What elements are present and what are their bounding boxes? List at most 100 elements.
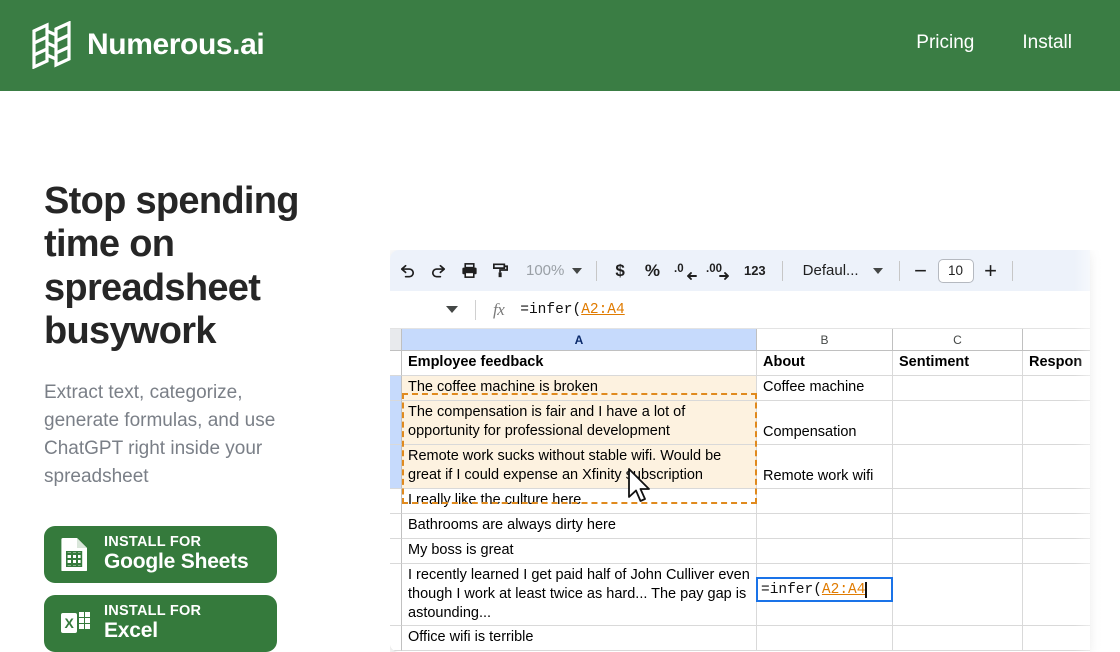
row-header-4[interactable]	[390, 445, 402, 489]
table-row: The compensation is fair and I have a lo…	[390, 401, 1090, 445]
decrease-font-size-button[interactable]: −	[908, 259, 934, 282]
formula-input[interactable]: =infer(A2:A4	[520, 302, 624, 318]
cell-b4[interactable]: Remote work wifi	[757, 445, 893, 489]
column-header-a[interactable]: A	[402, 329, 757, 351]
increase-decimal-icon[interactable]: .00	[702, 255, 736, 286]
column-header-d[interactable]	[1023, 329, 1090, 351]
currency-format-button[interactable]: $	[605, 261, 634, 281]
editor-prefix: =infer(	[761, 581, 822, 598]
row-header-1[interactable]	[390, 351, 402, 376]
install-excel-button[interactable]: X INSTALL FOR Excel	[44, 594, 277, 652]
cell-a1[interactable]: Employee feedback	[402, 351, 757, 376]
cell-d7[interactable]	[1023, 539, 1090, 564]
cell-c6[interactable]	[893, 514, 1023, 539]
table-row: Bathrooms are always dirty here	[390, 514, 1090, 539]
spreadsheet-toolbar: 100% $ % .0 .00 123 Defaul... − 10 +	[390, 250, 1090, 291]
cta-small-label-excel: INSTALL FOR	[104, 602, 202, 619]
nav-link-pricing[interactable]: Pricing	[916, 30, 974, 57]
microsoft-excel-icon: X	[61, 612, 90, 634]
paint-format-icon[interactable]	[485, 255, 516, 286]
font-size-input[interactable]: 10	[937, 258, 974, 283]
cta-list: INSTALL FOR Google Sheets X INSTALL FOR …	[44, 525, 364, 652]
select-all-corner[interactable]	[390, 329, 402, 351]
number-format-button[interactable]: 123	[736, 263, 774, 278]
formula-range-reference: A2:A4	[581, 301, 625, 318]
cell-b1[interactable]: About	[757, 351, 893, 376]
cell-c3[interactable]	[893, 401, 1023, 445]
cell-a2[interactable]: The coffee machine is broken	[402, 376, 757, 401]
chevron-down-icon-zoom	[572, 267, 583, 274]
cell-d1[interactable]: Respon	[1023, 351, 1090, 376]
chevron-down-icon-font	[872, 267, 883, 274]
cell-a8[interactable]: I recently learned I get paid half of Jo…	[402, 564, 757, 626]
row-header-3[interactable]	[390, 401, 402, 445]
cell-a4[interactable]: Remote work sucks without stable wifi. W…	[402, 445, 757, 489]
svg-text:.00: .00	[706, 263, 722, 275]
active-cell-editor-b5[interactable]: =infer(A2:A4	[756, 577, 893, 602]
row-header-6[interactable]	[390, 514, 402, 539]
brand-logo-link[interactable]: Numerous.ai	[30, 21, 265, 69]
row-header-9[interactable]	[390, 626, 402, 651]
spreadsheet-app: 100% $ % .0 .00 123 Defaul... − 10 + fx …	[390, 250, 1090, 652]
formula-bar-divider	[475, 299, 476, 320]
table-row: Employee feedback About Sentiment Respon	[390, 351, 1090, 376]
cell-d5[interactable]	[1023, 489, 1090, 514]
zoom-level-dropdown[interactable]: 100%	[516, 257, 588, 285]
table-row: The coffee machine is broken Coffee mach…	[390, 376, 1090, 401]
cell-d2[interactable]	[1023, 376, 1090, 401]
cell-c4[interactable]	[893, 445, 1023, 489]
increase-font-size-button[interactable]: +	[978, 259, 1004, 282]
cell-b7[interactable]	[757, 539, 893, 564]
row-header-5[interactable]	[390, 489, 402, 514]
cell-b5[interactable]	[757, 489, 893, 514]
table-row: My boss is great	[390, 539, 1090, 564]
row-header-8[interactable]	[390, 564, 402, 626]
cell-b9[interactable]	[757, 626, 893, 651]
cell-a5[interactable]: I really like the culture here	[402, 489, 757, 514]
numerous-parallelogram-logo-icon	[32, 21, 71, 69]
nav-link-install[interactable]: Install	[1022, 30, 1072, 57]
cell-b6[interactable]	[757, 514, 893, 539]
cell-b2[interactable]: Coffee machine	[757, 376, 893, 401]
cell-d4[interactable]	[1023, 445, 1090, 489]
undo-icon[interactable]	[392, 255, 423, 286]
cell-a7[interactable]: My boss is great	[402, 539, 757, 564]
cell-d3[interactable]	[1023, 401, 1090, 445]
print-icon[interactable]	[454, 255, 485, 286]
cell-d6[interactable]	[1023, 514, 1090, 539]
install-google-sheets-button[interactable]: INSTALL FOR Google Sheets	[44, 525, 277, 583]
row-header-2[interactable]	[390, 376, 402, 401]
svg-text:X: X	[65, 615, 75, 631]
percent-format-button[interactable]: %	[635, 261, 670, 281]
decrease-decimal-icon[interactable]: .0	[670, 255, 702, 286]
editor-range-reference: A2:A4	[821, 581, 866, 598]
cell-c7[interactable]	[893, 539, 1023, 564]
fx-icon: fx	[493, 299, 505, 319]
cell-a9[interactable]: Office wifi is terrible	[402, 626, 757, 651]
hero-section: Stop spending time on spreadsheet busywo…	[44, 180, 364, 652]
cell-c8[interactable]	[893, 564, 1023, 626]
column-header-c[interactable]: C	[893, 329, 1023, 351]
table-row: Office wifi is terrible	[390, 626, 1090, 651]
cell-c2[interactable]	[893, 376, 1023, 401]
cell-d8[interactable]	[1023, 564, 1090, 626]
redo-icon[interactable]	[423, 255, 454, 286]
cta-small-label-sheets: INSTALL FOR	[104, 533, 202, 550]
cell-b3[interactable]: Compensation	[757, 401, 893, 445]
cell-a3[interactable]: The compensation is fair and I have a lo…	[402, 401, 757, 445]
page-root: Numerous.ai Pricing Install Stop spendin…	[0, 0, 1120, 652]
cell-c5[interactable]	[893, 489, 1023, 514]
toolbar-divider-1	[596, 260, 598, 281]
font-family-dropdown[interactable]: Defaul...	[791, 262, 891, 279]
chevron-down-icon-namebox[interactable]	[446, 306, 458, 313]
cell-d9[interactable]	[1023, 626, 1090, 651]
table-row: Remote work sucks without stable wifi. W…	[390, 445, 1090, 489]
row-header-7[interactable]	[390, 539, 402, 564]
svg-text:.0: .0	[674, 263, 684, 275]
column-header-b[interactable]: B	[757, 329, 893, 351]
cell-c1[interactable]: Sentiment	[893, 351, 1023, 376]
cell-a6[interactable]: Bathrooms are always dirty here	[402, 514, 757, 539]
text-caret	[865, 581, 867, 598]
install-google-sheets-label: INSTALL FOR Google Sheets	[104, 533, 249, 574]
cell-c9[interactable]	[893, 626, 1023, 651]
